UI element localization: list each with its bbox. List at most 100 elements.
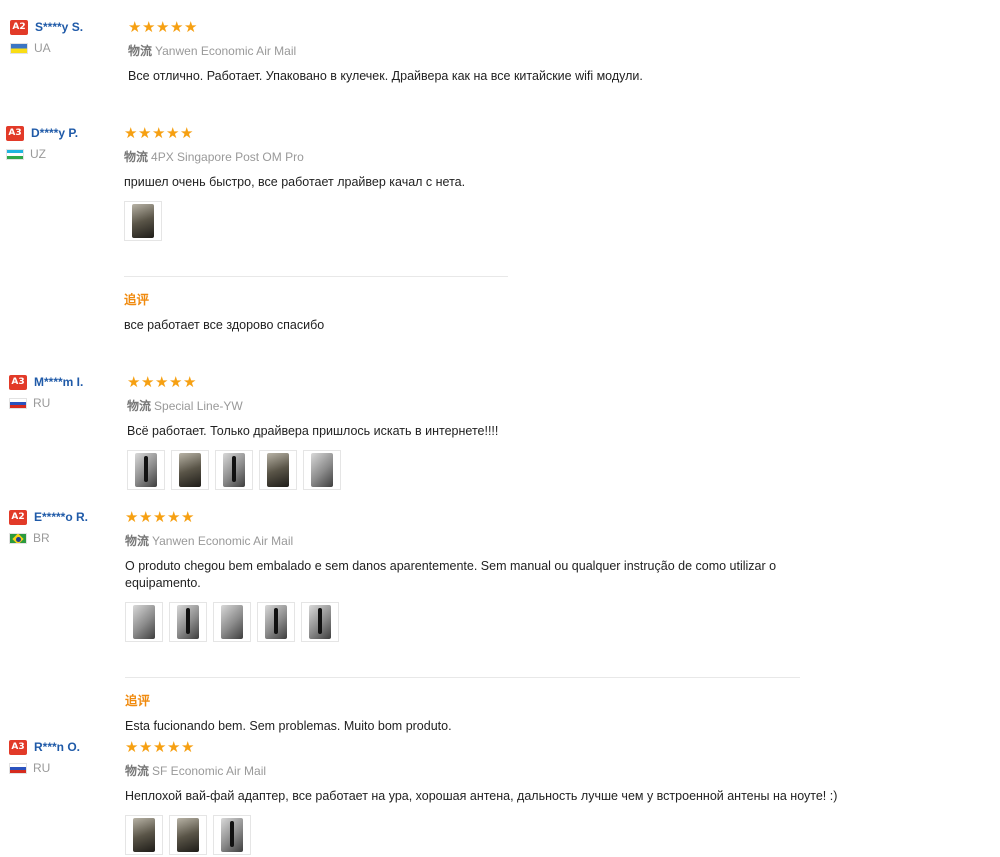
photo-image xyxy=(265,605,287,639)
shipping-method: Yanwen Economic Air Mail xyxy=(155,44,297,58)
photo-image xyxy=(133,605,155,639)
review-photo[interactable] xyxy=(127,450,165,490)
star-icon: ★ xyxy=(180,124,194,142)
reviewer-info: A3 M****m I. RU xyxy=(9,374,119,410)
star-icon: ★ xyxy=(153,738,167,756)
review-text: O produto chegou bem embalado e sem dano… xyxy=(125,559,777,590)
flag-ua-icon xyxy=(10,42,28,54)
reviewer-info: A2 S****y S. UA xyxy=(10,19,120,55)
reviewer-country: UZ xyxy=(30,147,46,161)
star-icon: ★ xyxy=(183,373,197,391)
star-icon: ★ xyxy=(155,373,169,391)
photo-image xyxy=(135,453,157,487)
photo-list xyxy=(127,450,807,490)
flag-ru-icon xyxy=(9,762,27,774)
reviewer-country: UA xyxy=(34,41,51,55)
photo-list xyxy=(125,602,800,642)
photo-image xyxy=(221,818,243,852)
followup-text: Esta fucionando bem. Sem problemas. Muit… xyxy=(125,719,452,733)
level-badge: A3 xyxy=(6,125,24,141)
photo-image xyxy=(177,818,199,852)
shipping-method: Special Line-YW xyxy=(154,399,243,413)
star-icon: ★ xyxy=(125,508,139,526)
logistics-label: 物流 xyxy=(128,44,153,58)
star-icon: ★ xyxy=(125,738,139,756)
star-icon: ★ xyxy=(153,508,167,526)
photo-image xyxy=(221,605,243,639)
star-icon: ★ xyxy=(184,18,198,36)
shipping-info: 物流 Special Line-YW xyxy=(127,397,807,414)
level-badge: A3 xyxy=(9,374,27,390)
shipping-method: Yanwen Economic Air Mail xyxy=(152,534,294,548)
photo-image xyxy=(311,453,333,487)
level-badge: A2 xyxy=(10,19,28,35)
followup-label: 追评 xyxy=(124,293,150,307)
shipping-info: 物流 SF Economic Air Mail xyxy=(125,762,845,779)
reviewer-info: A3 D****y P. UZ xyxy=(6,125,116,161)
logistics-label: 物流 xyxy=(127,399,152,413)
reviewer-name[interactable]: M****m I. xyxy=(34,375,83,389)
photo-image xyxy=(267,453,289,487)
divider xyxy=(125,677,800,678)
star-icon: ★ xyxy=(142,18,156,36)
review-photo[interactable] xyxy=(124,201,162,241)
photo-list xyxy=(124,201,508,241)
review-photo[interactable] xyxy=(171,450,209,490)
star-icon: ★ xyxy=(124,124,138,142)
shipping-method: 4PX Singapore Post OM Pro xyxy=(151,150,304,164)
review-photo[interactable] xyxy=(257,602,295,642)
review-photo[interactable] xyxy=(125,815,163,855)
photo-image xyxy=(132,204,154,238)
star-icon: ★ xyxy=(167,738,181,756)
review-content: ★ ★ ★ ★ ★ 物流 SF Economic Air Mail Неплохой ва… xyxy=(125,740,845,855)
star-icon: ★ xyxy=(141,373,155,391)
star-rating: ★ ★ ★ ★ ★ xyxy=(127,373,807,391)
reviewer-country: RU xyxy=(33,396,51,410)
star-icon: ★ xyxy=(128,18,142,36)
star-icon: ★ xyxy=(138,124,152,142)
reviewer-info: A2 E*****o R. BR xyxy=(9,509,119,545)
star-icon: ★ xyxy=(181,508,195,526)
photo-image xyxy=(133,818,155,852)
review-text: Всё работает. Только драйвера пришлось и… xyxy=(127,424,499,438)
review-photo[interactable] xyxy=(169,602,207,642)
reviewer-name[interactable]: S****y S. xyxy=(35,20,83,34)
level-badge: A3 xyxy=(9,739,27,755)
review-content: ★ ★ ★ ★ ★ 物流 4PX Singapore Post OM Pro пришел… xyxy=(124,126,508,332)
review-text: пришел очень быстро, все работает лрайве… xyxy=(124,175,466,189)
review-photo[interactable] xyxy=(213,815,251,855)
reviewer-name[interactable]: E*****o R. xyxy=(34,510,88,524)
review-photo[interactable] xyxy=(169,815,207,855)
review-photo[interactable] xyxy=(125,602,163,642)
flag-br-icon xyxy=(9,532,27,544)
flag-uz-icon xyxy=(6,148,24,160)
star-rating: ★ ★ ★ ★ ★ xyxy=(124,124,508,142)
star-icon: ★ xyxy=(152,124,166,142)
photo-image xyxy=(309,605,331,639)
shipping-info: 物流 Yanwen Economic Air Mail xyxy=(125,532,800,549)
star-icon: ★ xyxy=(139,738,153,756)
star-icon: ★ xyxy=(170,18,184,36)
star-icon: ★ xyxy=(181,738,195,756)
review-photo[interactable] xyxy=(301,602,339,642)
photo-list xyxy=(125,815,845,855)
star-icon: ★ xyxy=(166,124,180,142)
reviewer-name[interactable]: R***n O. xyxy=(34,740,80,754)
star-rating: ★ ★ ★ ★ ★ xyxy=(128,18,808,36)
logistics-label: 物流 xyxy=(124,150,149,164)
review-content: ★ ★ ★ ★ ★ 物流 Yanwen Economic Air Mail Все отл… xyxy=(128,20,808,85)
review-photo[interactable] xyxy=(215,450,253,490)
reviewer-country: RU xyxy=(33,761,51,775)
star-icon: ★ xyxy=(156,18,170,36)
star-icon: ★ xyxy=(139,508,153,526)
flag-ru-icon xyxy=(9,397,27,409)
shipping-method: SF Economic Air Mail xyxy=(152,764,267,778)
review-text: Все отлично. Работает. Упаковано в кулеч… xyxy=(128,69,643,83)
review-photo[interactable] xyxy=(213,602,251,642)
review-photo[interactable] xyxy=(303,450,341,490)
review-content: ★ ★ ★ ★ ★ 物流 Yanwen Economic Air Mail O produ… xyxy=(125,510,800,733)
review-photo[interactable] xyxy=(259,450,297,490)
divider xyxy=(124,276,508,277)
followup-text: все работает все здорово спасибо xyxy=(124,318,325,332)
reviewer-name[interactable]: D****y P. xyxy=(31,126,78,140)
